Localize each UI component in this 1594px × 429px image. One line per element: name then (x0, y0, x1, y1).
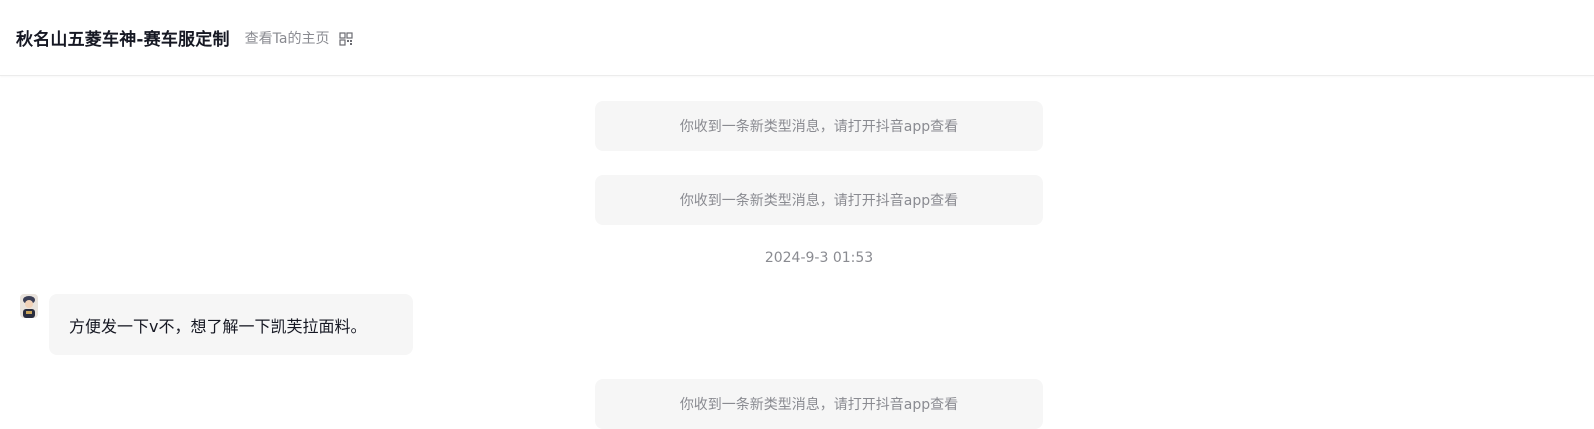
message-text: 方便发一下v不，想了解一下凯芙拉面料。 (69, 316, 367, 336)
chat-message-list[interactable]: 你收到一条新类型消息，请打开抖音app查看 你收到一条新类型消息，请打开抖音ap… (0, 77, 1594, 429)
view-homepage-link[interactable]: 查看Ta的主页 (245, 28, 330, 48)
system-message-text: 你收到一条新类型消息，请打开抖音app查看 (679, 119, 959, 135)
chat-header: 秋名山五菱车神-赛车服定制 查看Ta的主页 (0, 0, 1594, 76)
conversation-title: 秋名山五菱车神-赛车服定制 (16, 30, 230, 50)
system-message-text: 你收到一条新类型消息，请打开抖音app查看 (679, 193, 959, 209)
system-message-text: 你收到一条新类型消息，请打开抖音app查看 (679, 397, 959, 413)
system-message: 你收到一条新类型消息，请打开抖音app查看 (595, 101, 1043, 151)
qr-code-icon[interactable] (339, 31, 354, 46)
message-timestamp: 2024-9-3 01:53 (764, 250, 874, 266)
received-message: 方便发一下v不，想了解一下凯芙拉面料。 (20, 294, 413, 355)
avatar[interactable] (20, 294, 38, 318)
system-message: 你收到一条新类型消息，请打开抖音app查看 (595, 175, 1043, 225)
message-bubble: 方便发一下v不，想了解一下凯芙拉面料。 (49, 294, 413, 355)
system-message: 你收到一条新类型消息，请打开抖音app查看 (595, 379, 1043, 429)
